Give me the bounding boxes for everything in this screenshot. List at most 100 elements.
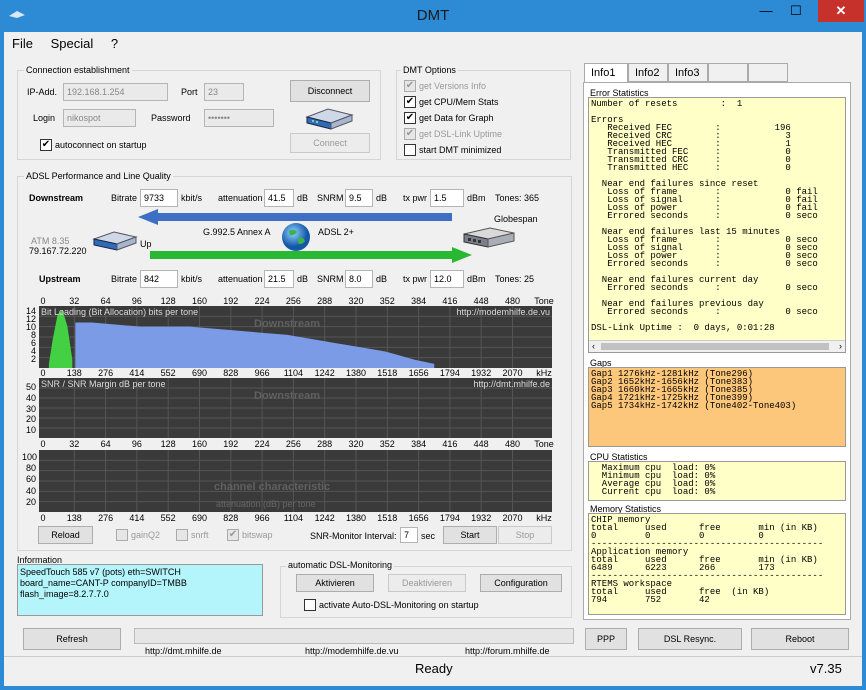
- tab-3[interactable]: Info3: [668, 63, 708, 82]
- tab-2[interactable]: Info2: [628, 63, 668, 82]
- option-checkbox[interactable]: ✔ get Data for Graph: [404, 112, 494, 124]
- axis-tick: 448: [473, 296, 489, 306]
- close-button[interactable]: ✕: [818, 0, 864, 22]
- connect-button[interactable]: Connect: [290, 133, 370, 153]
- gaps-box[interactable]: Gap1 1276kHz-1281kHz (Tone296) Gap2 1652…: [588, 367, 846, 447]
- ppp-button[interactable]: PPP: [585, 628, 627, 650]
- option-checkbox[interactable]: ✔ get Versions Info: [404, 80, 486, 92]
- disconnect-button[interactable]: Disconnect: [290, 80, 370, 102]
- option-checkbox[interactable]: ✔ get DSL-Link Uptime: [404, 128, 502, 140]
- error-stats-box[interactable]: Number of resets : 1 Errors Received FEC…: [588, 97, 846, 353]
- axis-tick: 96: [131, 296, 142, 306]
- ds-txpwr-field[interactable]: [430, 189, 464, 207]
- reload-button[interactable]: Reload: [38, 526, 93, 544]
- auto-monitor-label: automatic DSL-Monitoring: [286, 560, 395, 570]
- scroll-thumb[interactable]: [601, 343, 829, 350]
- refresh-button[interactable]: Refresh: [23, 628, 121, 650]
- cpu-stats-text: Maximum cpu load: 0% Minimum cpu load: 0…: [601, 463, 716, 497]
- tab-4[interactable]: [708, 63, 748, 82]
- link-modemhilfe[interactable]: http://modemhilfe.de.vu: [305, 646, 399, 656]
- ds-snrm-field[interactable]: [345, 189, 373, 207]
- error-stats-text: Number of resets : 1 Errors Received FEC…: [591, 99, 818, 333]
- menu-help[interactable]: ?: [111, 36, 118, 51]
- axis-tick: 128: [160, 296, 176, 306]
- bitswap-checkbox[interactable]: ✔ bitswap: [227, 529, 273, 541]
- axis-tick: 690: [191, 513, 208, 523]
- scroll-left-icon[interactable]: ‹: [592, 341, 595, 351]
- axis-tick: 966: [254, 513, 270, 523]
- horizontal-scrollbar[interactable]: ‹ ›: [589, 340, 845, 352]
- reboot-button[interactable]: Reboot: [751, 628, 849, 650]
- us-bitrate-field[interactable]: [140, 270, 178, 288]
- ds-bitrate-field[interactable]: [140, 189, 178, 207]
- option-label: get DSL-Link Uptime: [419, 129, 503, 139]
- menu-special[interactable]: Special: [51, 36, 94, 51]
- adsl-type-label: ADSL 2+: [318, 227, 354, 237]
- check-icon: ✔: [404, 128, 416, 140]
- us-att-label: attenuation: [218, 274, 263, 284]
- minimize-button[interactable]: —: [752, 0, 780, 22]
- axis-tick: 192: [223, 439, 239, 449]
- gaps-text: Gap1 1276kHz-1281kHz (Tone296) Gap2 1652…: [591, 369, 797, 411]
- us-att-unit: dB: [297, 274, 309, 284]
- information-box: SpeedTouch 585 v7 (pots) eth=SWITCH boar…: [17, 564, 263, 616]
- password-field[interactable]: [204, 109, 274, 127]
- axis-tick: 1242: [314, 368, 335, 378]
- port-label: Port: [181, 87, 198, 97]
- axis-tick: 1104: [283, 368, 304, 378]
- stop-button[interactable]: Stop: [498, 526, 552, 544]
- axis-tick: 552: [160, 368, 176, 378]
- start-button[interactable]: Start: [443, 526, 497, 544]
- configuration-button[interactable]: Configuration: [480, 574, 562, 592]
- ds-tones: Tones: 365: [495, 193, 540, 203]
- y-tick: 2: [30, 354, 36, 364]
- cpu-stats-box[interactable]: Maximum cpu load: 0% Minimum cpu load: 0…: [588, 461, 846, 501]
- axis-tick: 1794: [439, 368, 460, 378]
- login-field[interactable]: [63, 109, 136, 127]
- link-dmt[interactable]: http://dmt.mhilfe.de: [145, 646, 222, 656]
- tab-1[interactable]: Info1: [584, 63, 628, 83]
- axis-tick: 96: [131, 439, 142, 449]
- bitloading-url: http://modemhilfe.de.vu: [456, 307, 550, 317]
- atm-label: ATM 8.35: [31, 236, 70, 246]
- dslam-label: Globespan: [494, 214, 538, 224]
- link-forum[interactable]: http://forum.mhilfe.de: [465, 646, 550, 656]
- memory-stats-box[interactable]: CHIP memory total used free min (in KB) …: [588, 513, 846, 615]
- check-icon: ✔: [227, 529, 239, 541]
- scroll-right-icon[interactable]: ›: [839, 341, 842, 351]
- tab-5[interactable]: [748, 63, 788, 82]
- axis-tick: 192: [223, 296, 239, 306]
- axis-tick: 0: [40, 439, 46, 449]
- auto-startup-checkbox[interactable]: activate Auto-DSL-Monitoring on startup: [304, 599, 479, 611]
- deactivate-button[interactable]: Deaktivieren: [388, 574, 466, 592]
- snr-interval-label: SNR-Monitor Interval:: [310, 531, 397, 541]
- ds-snrm-label: SNRM: [317, 193, 344, 203]
- option-checkbox[interactable]: start DMT minimized: [404, 144, 501, 156]
- y-tick: 80: [25, 463, 36, 474]
- activate-button[interactable]: Aktivieren: [296, 574, 374, 592]
- ds-att-field[interactable]: [264, 189, 294, 207]
- option-checkbox[interactable]: ✔ get CPU/Mem Stats: [404, 96, 499, 108]
- maximize-button[interactable]: ☐: [782, 0, 810, 22]
- axis-tick: 32: [69, 296, 80, 306]
- gainq2-checkbox[interactable]: gainQ2: [116, 529, 160, 541]
- menu-file[interactable]: File: [12, 36, 33, 51]
- us-txpwr-field[interactable]: [430, 270, 464, 288]
- port-field[interactable]: [204, 83, 244, 101]
- axis-tick: 320: [348, 296, 364, 306]
- us-att-field[interactable]: [264, 270, 294, 288]
- ds-txpwr-label: tx pwr: [403, 193, 428, 203]
- axis-tick: 2070: [502, 513, 523, 523]
- us-snrm-field[interactable]: [345, 270, 373, 288]
- snr-interval-field[interactable]: [400, 527, 418, 543]
- ip-field[interactable]: [63, 83, 168, 101]
- snrft-checkbox[interactable]: snrft: [176, 529, 209, 541]
- axis-tick: 138: [66, 513, 82, 523]
- axis-tick: 32: [69, 439, 80, 449]
- checkbox-empty-icon: [176, 529, 188, 541]
- autoconnect-checkbox[interactable]: ✔ autoconnect on startup: [40, 139, 147, 151]
- axis-tick: 224: [254, 296, 270, 306]
- up-label: Up: [140, 239, 152, 249]
- ds-txpwr-unit: dBm: [467, 193, 486, 203]
- dsl-resync-button[interactable]: DSL Resync.: [638, 628, 742, 650]
